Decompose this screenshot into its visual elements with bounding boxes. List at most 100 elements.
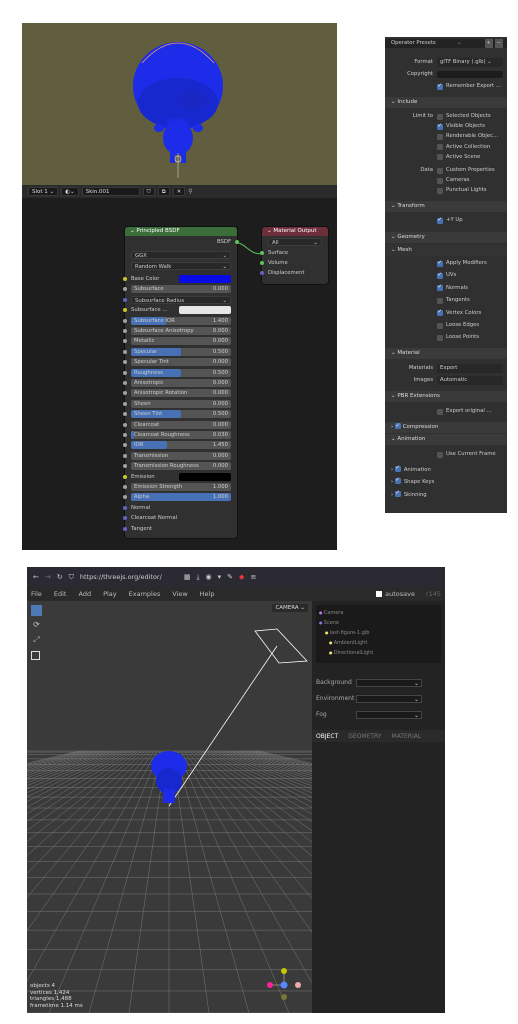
option-row[interactable]: Normals — [385, 283, 507, 293]
subsection-checkbox[interactable] — [394, 464, 401, 473]
option-checkbox[interactable] — [437, 259, 443, 268]
fog-select[interactable]: ⌄ — [356, 711, 422, 719]
volume-socket[interactable] — [260, 261, 264, 265]
option-row[interactable]: Loose Points — [385, 333, 507, 342]
option-checkbox[interactable] — [437, 122, 443, 131]
subsection-checkbox[interactable] — [394, 489, 401, 498]
compression-section-header[interactable]: › Compression — [385, 421, 507, 433]
option-row[interactable]: Selected Objects — [385, 112, 507, 121]
input-socket[interactable] — [123, 370, 127, 375]
address-bar[interactable]: https://threejs.org/editor/ — [80, 573, 162, 581]
input-socket[interactable] — [123, 329, 127, 333]
color-swatch[interactable] — [179, 306, 231, 315]
animation-section-header[interactable]: ⌄ Animation — [385, 434, 507, 445]
value-slider[interactable]: Transmission Roughness 0.000 — [131, 462, 231, 471]
tab-geometry[interactable]: GEOMETRY — [348, 733, 381, 740]
outliner-item[interactable]: ● Scene — [319, 618, 373, 628]
input-socket[interactable] — [123, 412, 127, 417]
input-metallic[interactable]: Metallic 0.000 — [123, 337, 231, 346]
rotate-tool-icon[interactable]: ⟳ — [31, 620, 42, 631]
option-checkbox[interactable] — [437, 177, 443, 184]
option-checkbox[interactable] — [437, 187, 443, 194]
export-original-checkbox[interactable] — [437, 408, 443, 415]
input-socket[interactable] — [123, 443, 127, 448]
axis-gizmo[interactable] — [264, 965, 304, 1005]
menu-edit[interactable]: Edit — [54, 590, 67, 598]
input-normal[interactable]: Normal — [123, 504, 231, 512]
reload-icon[interactable]: ↻ — [57, 573, 63, 581]
input-socket[interactable] — [123, 297, 127, 302]
subsurface-method-dropdown[interactable]: Random Walk ⌄ — [131, 262, 231, 270]
input-transmission[interactable]: Transmission 0.000 — [123, 451, 231, 460]
option-checkbox[interactable] — [437, 297, 443, 304]
add-preset-icon[interactable]: + — [484, 39, 493, 48]
input-sheen-tint[interactable]: Sheen Tint 0.500 — [123, 410, 231, 419]
menu-view[interactable]: View — [172, 590, 187, 598]
distribution-dropdown[interactable]: GGX ⌄ — [131, 251, 231, 259]
input-socket[interactable] — [123, 474, 127, 479]
input-socket[interactable] — [123, 401, 127, 406]
input-emission-strength[interactable]: Emission Strength 1.000 — [123, 483, 231, 491]
option-checkbox[interactable] — [437, 133, 443, 140]
option-row[interactable]: Active Collection — [385, 143, 507, 152]
compression-checkbox[interactable] — [394, 421, 401, 432]
geometry-section-header[interactable]: ⌄ Geometry — [385, 232, 507, 243]
input-socket[interactable] — [123, 422, 127, 427]
forward-icon[interactable]: → — [45, 573, 51, 581]
option-checkbox[interactable] — [437, 144, 443, 151]
value-slider[interactable]: Subsurface IOR 1.400 — [131, 316, 231, 325]
extensions-icon[interactable]: ▦ — [184, 573, 191, 581]
value-slider[interactable]: Specular 0.500 — [131, 347, 231, 356]
extension-icon[interactable]: ◉ — [206, 573, 212, 581]
format-dropdown[interactable]: glTF Binary (.glb) ⌄ — [437, 58, 503, 67]
input-subsurface-ior[interactable]: Subsurface IOR 1.400 — [123, 316, 231, 325]
animation-subsection[interactable]: › Animation — [385, 464, 507, 474]
option-checkbox[interactable] — [437, 322, 443, 329]
bsdf-output-socket[interactable] — [235, 240, 239, 244]
value-slider[interactable]: Sheen Tint 0.500 — [131, 410, 231, 419]
input-subsurface-radius[interactable]: Subsurface Radius ⌄ — [123, 295, 231, 304]
option-row[interactable]: Visible Objects — [385, 122, 507, 131]
outliner-item[interactable]: ● Camera — [319, 608, 373, 618]
value-slider[interactable]: IOR 1.450 — [131, 441, 231, 450]
input-transmission-roughness[interactable]: Transmission Roughness 0.000 — [123, 462, 231, 471]
extension-icon[interactable]: ◆ — [239, 573, 244, 581]
scene-outliner[interactable]: ● Camera ● Scene ● last-figure-1.glb ● Ambi… — [316, 605, 441, 663]
copyright-input[interactable] — [437, 71, 503, 78]
background-select[interactable]: ⌄ — [356, 679, 422, 687]
value-slider[interactable]: Anisotropic Rotation 0.000 — [131, 389, 231, 398]
input-socket[interactable] — [123, 485, 127, 489]
option-row[interactable]: Punctual Lights — [385, 186, 507, 195]
principled-node-header[interactable]: ⌄ Principled BSDF — [125, 227, 237, 236]
option-checkbox[interactable] — [437, 167, 443, 174]
input-socket[interactable] — [123, 464, 127, 469]
shield-icon[interactable]: ⛉ — [69, 573, 74, 582]
option-checkbox[interactable] — [437, 154, 443, 161]
input-socket[interactable] — [123, 433, 127, 437]
option-checkbox[interactable] — [437, 283, 443, 292]
menu-play[interactable]: Play — [103, 590, 117, 598]
value-slider[interactable]: Emission Strength 1.000 — [131, 483, 231, 491]
input-socket[interactable] — [123, 339, 127, 344]
material-section-header[interactable]: ⌄ Material — [385, 348, 507, 359]
color-swatch[interactable] — [179, 472, 231, 481]
value-slider[interactable]: Clearcoat 0.000 — [131, 420, 231, 429]
option-checkbox[interactable] — [437, 334, 443, 341]
transform-section-header[interactable]: ⌄ Transform — [385, 201, 507, 212]
extension-icon[interactable]: ✎ — [227, 573, 233, 581]
threejs-viewport[interactable]: ⟳ ⤢ CAMERA ⌄ objects 4 vertices 1,424 tr… — [0, 601, 518, 1014]
input-anisotropic-rotation[interactable]: Anisotropic Rotation 0.000 — [123, 389, 231, 398]
input-socket[interactable] — [123, 526, 127, 531]
camera-dropdown[interactable]: CAMERA ⌄ — [272, 604, 308, 612]
value-slider[interactable]: Clearcoat Roughness 0.030 — [131, 431, 231, 439]
radius-dropdown[interactable]: Subsurface Radius ⌄ — [131, 295, 231, 304]
value-slider[interactable]: Roughness 0.500 — [131, 368, 231, 377]
y-up-checkbox[interactable] — [437, 216, 443, 225]
menu-add[interactable]: Add — [78, 590, 91, 598]
input-base-color[interactable]: Base Color — [123, 275, 231, 283]
input-socket[interactable] — [123, 495, 127, 500]
input-socket[interactable] — [123, 391, 127, 396]
back-icon[interactable]: ← — [33, 573, 39, 581]
value-slider[interactable]: Subsurface Anisotropy 0.000 — [131, 327, 231, 335]
output-target-dropdown[interactable]: All ⌄ — [268, 238, 322, 246]
